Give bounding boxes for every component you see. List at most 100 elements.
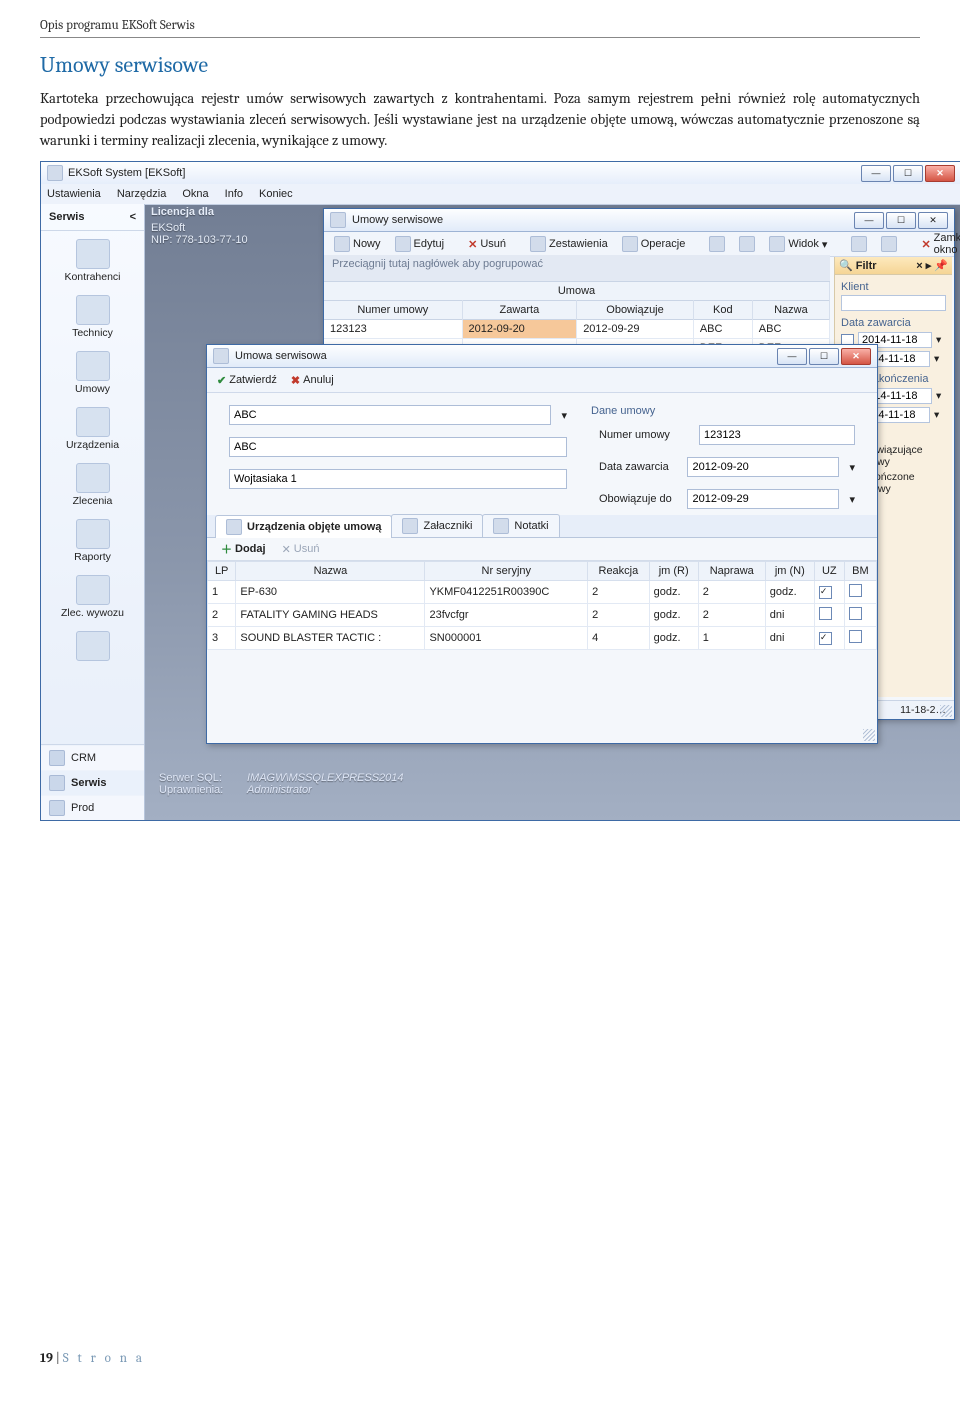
minimize-button[interactable]: — xyxy=(777,348,807,365)
contract-number-input[interactable] xyxy=(699,425,855,445)
client-select[interactable] xyxy=(229,405,551,425)
col-header[interactable]: jm (R) xyxy=(649,562,698,581)
table-row[interactable]: 1231232012-09-202012-09-29ABCABC xyxy=(324,320,830,339)
col-header[interactable]: UZ xyxy=(814,562,844,581)
calendar-icon[interactable]: ▾ xyxy=(934,353,939,365)
app-titlebar: EKSoft System [EKSoft] — ☐ ✕ xyxy=(41,162,960,185)
checkbox[interactable] xyxy=(819,586,832,599)
table-row[interactable]: 3SOUND BLASTER TACTIC :SN0000014godz.1dn… xyxy=(208,627,877,650)
info-value: IMAGW\MSSQLEXPRESS2014 xyxy=(247,772,404,784)
columns-button[interactable] xyxy=(877,234,901,254)
toolbar-label: Dodaj xyxy=(235,543,266,555)
sidebar-item-technicy[interactable]: Technicy xyxy=(41,287,144,343)
menu-item[interactable]: Info xyxy=(225,188,243,200)
menu-item[interactable]: Okna xyxy=(182,188,208,200)
sidebar-module-label: Serwis xyxy=(71,777,106,789)
calendar-icon[interactable]: ▾ xyxy=(934,409,939,421)
sidebar-item-label: Kontrahenci xyxy=(43,271,142,283)
checkbox[interactable] xyxy=(819,607,832,620)
col-header[interactable]: Nazwa xyxy=(236,562,425,581)
calendar-icon[interactable]: ▾ xyxy=(936,334,941,346)
col-header[interactable]: Zawarta xyxy=(462,301,577,320)
checkbox[interactable] xyxy=(849,607,862,620)
valid-until-input[interactable] xyxy=(687,489,839,509)
edit-button[interactable]: Edytuj xyxy=(391,234,449,254)
table-row[interactable]: 2FATALITY GAMING HEADS23fvcfgr2godz.2dni xyxy=(208,604,877,627)
menu-item[interactable]: Narzędzia xyxy=(117,188,167,200)
col-header[interactable]: Obowiązuje xyxy=(577,301,694,320)
delete-button[interactable]: ✕Usuń xyxy=(464,236,510,253)
tab-devices[interactable]: Urządzenia objęte umową xyxy=(215,515,392,538)
calendar-icon[interactable]: ▾ xyxy=(849,493,855,506)
checkbox[interactable] xyxy=(849,584,862,597)
tab-attachments[interactable]: Załaczniki xyxy=(391,514,483,537)
new-button[interactable]: Nowy xyxy=(330,234,385,254)
remove-button[interactable]: ✕Usuń xyxy=(278,541,324,558)
minimize-button[interactable]: — xyxy=(854,212,884,229)
size-grip[interactable] xyxy=(940,705,952,717)
calendar-icon[interactable]: ▾ xyxy=(849,461,855,474)
col-header[interactable]: Nazwa xyxy=(752,301,829,320)
col-header[interactable]: Naprawa xyxy=(698,562,765,581)
menu-item[interactable]: Ustawienia xyxy=(47,188,101,200)
col-header[interactable]: jm (N) xyxy=(765,562,814,581)
col-header[interactable]: Kod xyxy=(693,301,752,320)
close-button[interactable]: ✕ xyxy=(918,212,948,229)
tree-button[interactable] xyxy=(847,234,871,254)
groupbar[interactable]: Przeciągnij tutaj nagłówek aby pogrupowa… xyxy=(324,255,830,282)
sidebar-collapse-icon[interactable]: < xyxy=(130,211,136,223)
sidebar-module-serwis[interactable]: Serwis xyxy=(41,770,144,795)
sidebar-item-zlecenia[interactable]: Zlecenia xyxy=(41,455,144,511)
report-icon xyxy=(76,519,110,549)
client-address-input[interactable] xyxy=(229,469,567,489)
prod-icon xyxy=(49,800,65,816)
operations-button[interactable]: Operacje xyxy=(618,234,690,254)
col-header[interactable]: Nr seryjny xyxy=(425,562,588,581)
sidebar-item-umowy[interactable]: Umowy xyxy=(41,343,144,399)
col-header[interactable]: BM xyxy=(844,562,876,581)
reports-button[interactable]: Zestawienia xyxy=(526,234,612,254)
page-footer: 19 | S t r o n a xyxy=(40,1351,145,1366)
calendar-icon[interactable]: ▾ xyxy=(936,390,941,402)
sidebar-item-kontrahenci[interactable]: Kontrahenci xyxy=(41,231,144,287)
maximize-button[interactable]: ☐ xyxy=(893,165,923,182)
filter-title: Filtr xyxy=(856,260,877,272)
cancel-button[interactable]: ✖Anuluj xyxy=(287,372,338,389)
dropdown-icon[interactable]: ▾ xyxy=(561,409,567,422)
sidebar-item-raporty[interactable]: Raporty xyxy=(41,511,144,567)
refresh-button[interactable] xyxy=(735,234,759,254)
check-icon: ✔ xyxy=(217,374,226,387)
confirm-button[interactable]: ✔Zatwierdź xyxy=(213,372,281,389)
field-label: Data zawarcia xyxy=(599,461,677,473)
tab-notes[interactable]: Notatki xyxy=(482,514,559,537)
maximize-button[interactable]: ☐ xyxy=(886,212,916,229)
add-button[interactable]: ＋Dodaj xyxy=(217,539,270,559)
maximize-button[interactable]: ☐ xyxy=(809,348,839,365)
contract-date-input[interactable] xyxy=(687,457,839,477)
view-button[interactable]: Widok ▾ xyxy=(765,234,831,254)
ops-icon xyxy=(622,236,638,252)
menu-item[interactable]: Koniec xyxy=(259,188,293,200)
client-name-input[interactable] xyxy=(229,437,567,457)
filter-klient-input[interactable] xyxy=(841,295,946,311)
search-button[interactable] xyxy=(705,234,729,254)
checkbox[interactable] xyxy=(819,632,832,645)
col-header[interactable]: Reakcja xyxy=(588,562,650,581)
col-header[interactable]: Numer umowy xyxy=(324,301,462,320)
close-window-button[interactable]: ✕Zamknij okno xyxy=(917,230,960,258)
sidebar-module-crm[interactable]: CRM xyxy=(41,745,144,770)
checkbox[interactable] xyxy=(849,630,862,643)
sidebar-item-zlec-wywozu[interactable]: Zlec. wywozu xyxy=(41,567,144,623)
close-button[interactable]: ✕ xyxy=(925,165,955,182)
pin-icon[interactable]: × ▸ 📌 xyxy=(916,259,948,272)
table-row[interactable]: 1EP-630YKMF0412251R00390C2godz.2godz. xyxy=(208,581,877,604)
sidebar-item-calendar[interactable] xyxy=(41,623,144,667)
size-grip[interactable] xyxy=(863,729,875,741)
close-button[interactable]: ✕ xyxy=(841,348,871,365)
minimize-button[interactable]: — xyxy=(861,165,891,182)
sidebar-module-prod[interactable]: Prod xyxy=(41,795,144,820)
app-screenshot: EKSoft System [EKSoft] — ☐ ✕ Ustawienia … xyxy=(40,161,960,821)
sidebar-item-label: Zlecenia xyxy=(43,495,142,507)
sidebar-item-urzadzenia[interactable]: Urządzenia xyxy=(41,399,144,455)
col-header[interactable]: LP xyxy=(208,562,236,581)
